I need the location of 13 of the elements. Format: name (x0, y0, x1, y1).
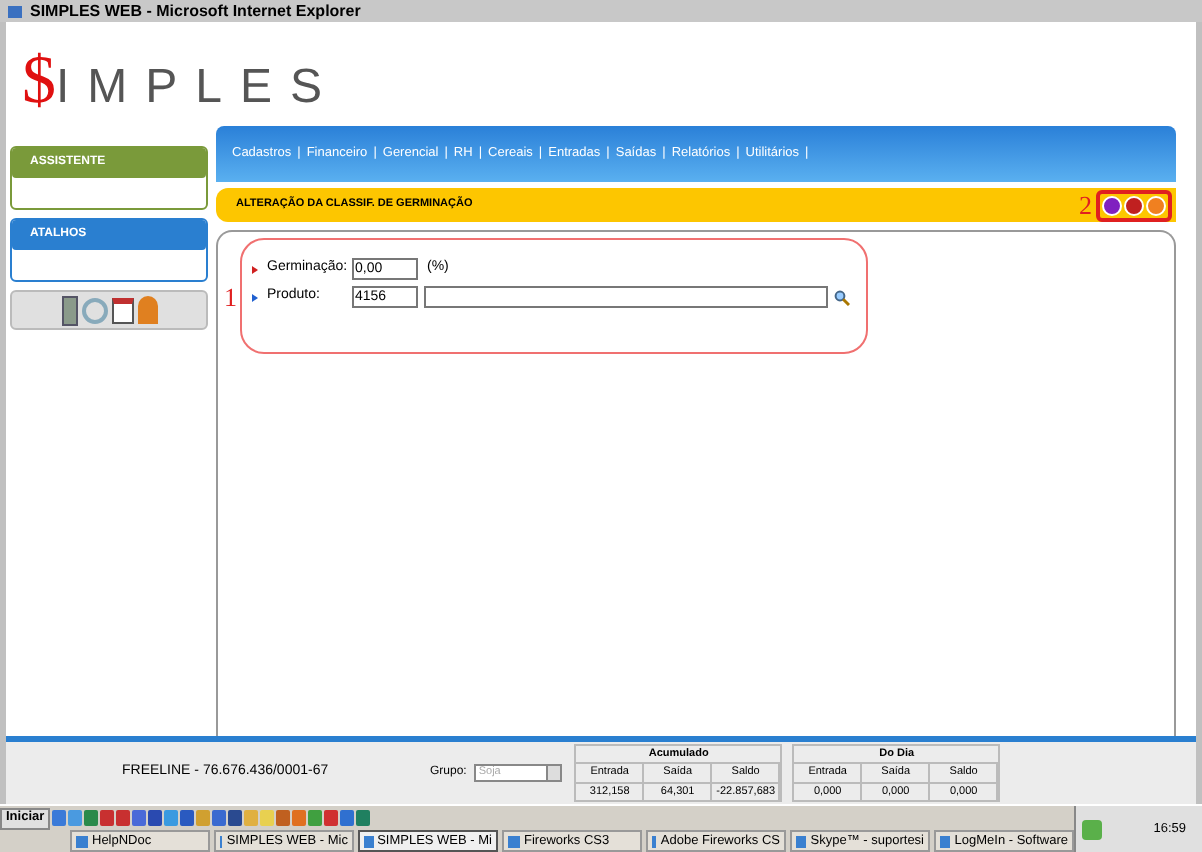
network-icon[interactable] (1082, 819, 1102, 839)
close-button[interactable] (1124, 195, 1144, 215)
up-button[interactable] (1102, 195, 1122, 215)
annotation-number: 2 (1079, 187, 1092, 224)
calculator-icon[interactable] (61, 295, 77, 325)
description-field[interactable] (423, 286, 827, 308)
search-icon[interactable] (833, 289, 849, 305)
window-title: SIMPLES WEB - Microsoft Internet Explorer (30, 1, 361, 21)
calendar-icon[interactable] (111, 297, 133, 323)
back-button[interactable] (1146, 195, 1166, 215)
annotation-number: 1 (224, 280, 237, 316)
logo: $IMPLES (22, 48, 341, 116)
browser-icon (8, 5, 22, 17)
